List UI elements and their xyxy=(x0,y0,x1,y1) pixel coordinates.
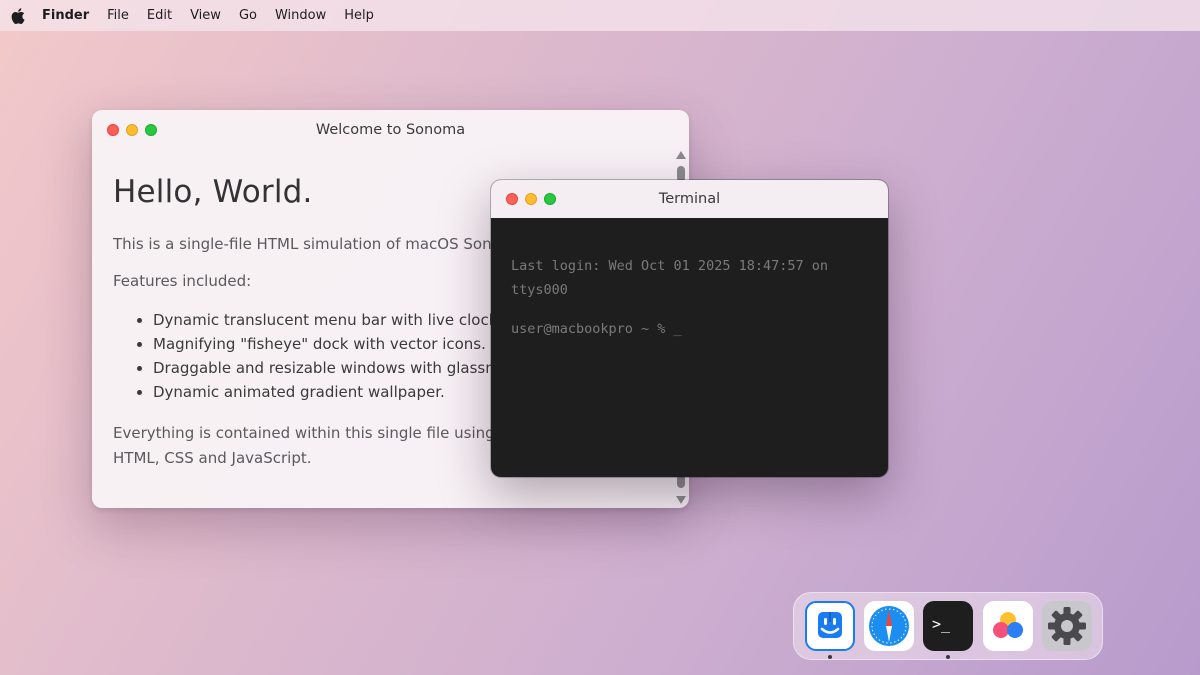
desktop: Finder File Edit View Go Window Help Wel… xyxy=(0,0,1200,675)
zoom-button[interactable] xyxy=(544,193,556,205)
running-indicator xyxy=(946,655,950,659)
welcome-titlebar[interactable]: Welcome to Sonoma xyxy=(92,110,689,150)
menu-go[interactable]: Go xyxy=(239,8,257,23)
close-button[interactable] xyxy=(506,193,518,205)
menu-edit[interactable]: Edit xyxy=(147,8,172,23)
menu-file[interactable]: File xyxy=(107,8,129,23)
terminal-glyph: >_ xyxy=(932,615,951,633)
menu-window[interactable]: Window xyxy=(275,8,326,23)
window-controls xyxy=(506,193,556,205)
menu-bar: Finder File Edit View Go Window Help xyxy=(0,0,1200,31)
close-button[interactable] xyxy=(107,124,119,136)
finder-icon[interactable] xyxy=(805,601,855,651)
scroll-up-arrow-icon[interactable] xyxy=(676,151,686,159)
menu-view[interactable]: View xyxy=(190,8,221,23)
scroll-down-arrow-icon[interactable] xyxy=(676,496,686,504)
photos-icon[interactable] xyxy=(983,601,1033,651)
footer-text: Everything is contained within this sing… xyxy=(113,424,495,467)
running-indicator xyxy=(828,655,832,659)
menu-help[interactable]: Help xyxy=(344,8,374,23)
menu-finder[interactable]: Finder xyxy=(42,8,89,23)
minimize-button[interactable] xyxy=(525,193,537,205)
zoom-button[interactable] xyxy=(145,124,157,136)
settings-gear-icon[interactable] xyxy=(1042,601,1092,651)
terminal-app-icon[interactable]: >_ xyxy=(923,601,973,651)
dock: >_ xyxy=(793,592,1103,660)
apple-logo-icon[interactable] xyxy=(11,7,25,24)
window-controls xyxy=(107,124,157,136)
window-title: Welcome to Sonoma xyxy=(315,122,466,138)
minimize-button[interactable] xyxy=(126,124,138,136)
terminal-titlebar[interactable]: Terminal xyxy=(491,180,888,218)
window-title: Terminal xyxy=(658,191,721,207)
terminal-window[interactable]: Terminal Last login: Wed Oct 01 2025 18:… xyxy=(491,180,888,477)
safari-icon[interactable] xyxy=(864,601,914,651)
last-login-line: Last login: Wed Oct 01 2025 18:47:57 on … xyxy=(511,258,837,298)
terminal-output[interactable]: Last login: Wed Oct 01 2025 18:47:57 on … xyxy=(511,218,872,477)
command-prompt[interactable]: user@macbookpro ~ % _ xyxy=(511,317,872,341)
